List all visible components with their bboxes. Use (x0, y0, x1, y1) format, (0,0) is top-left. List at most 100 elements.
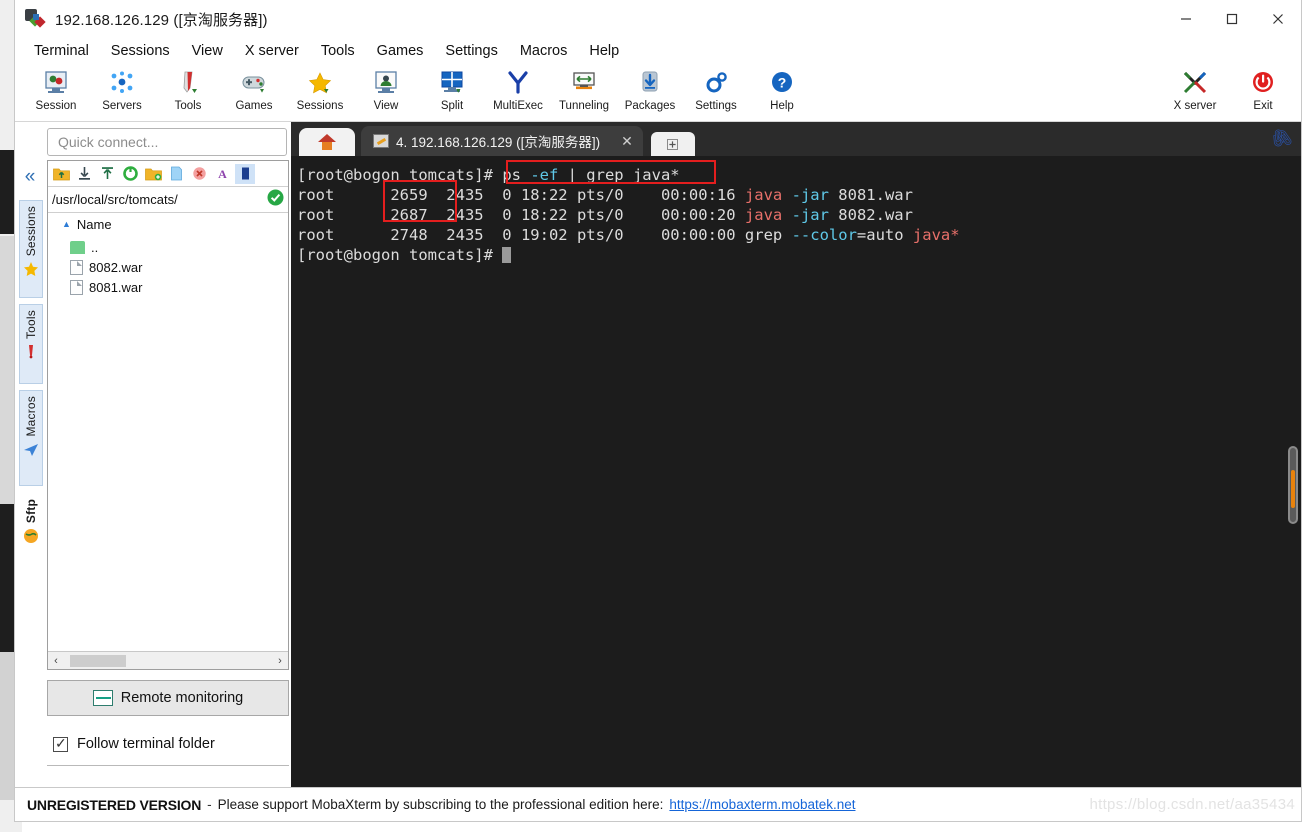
minimize-icon[interactable] (1163, 0, 1209, 38)
terminal-scrollbar-thumb[interactable] (1288, 446, 1298, 524)
new-file-icon[interactable] (166, 164, 186, 184)
folder-up-icon[interactable] (51, 164, 71, 184)
terminal-text: 8081.war (838, 186, 913, 204)
close-icon[interactable] (1255, 0, 1301, 38)
list-item[interactable]: 8082.war (48, 257, 288, 277)
file-name: 8082.war (89, 259, 143, 275)
sidebar-rail: « Sessions Tools Macros Sftp (15, 122, 43, 788)
toolbar-session-button[interactable]: Session (23, 64, 89, 121)
file-browser: A /usr/local/src/tomcats/ ▲ Name .. 8082… (47, 160, 289, 670)
toolbar-exit-button[interactable]: Exit (1229, 64, 1297, 121)
sidebar-item-macros[interactable]: Macros (19, 390, 43, 486)
terminal-scrollbar[interactable] (1286, 156, 1300, 788)
toolbar-servers-label: Servers (102, 100, 142, 112)
file-browser-hscrollbar[interactable]: ‹ › (48, 651, 288, 669)
terminal-text: root 2659 2435 0 18:22 pts/0 00:00:16 (297, 186, 745, 204)
session-icon (39, 68, 73, 98)
status-badge: UNREGISTERED VERSION (27, 796, 202, 813)
refresh-icon[interactable] (120, 164, 140, 184)
menu-help[interactable]: Help (578, 40, 630, 62)
xserver-icon (1178, 68, 1212, 98)
background-gray-strip-2 (0, 652, 14, 800)
hscroll-track[interactable] (64, 652, 272, 669)
binary-mode-icon[interactable] (235, 163, 255, 184)
scroll-left-icon[interactable]: ‹ (48, 655, 64, 667)
scroll-right-icon[interactable]: › (272, 655, 288, 667)
key-icon (373, 134, 389, 148)
toolbar-tunneling-button[interactable]: Tunneling (551, 64, 617, 121)
terminal-line: [root@bogon tomcats]# ps -ef | grep java… (297, 165, 1301, 185)
packages-icon (633, 68, 667, 98)
toolbar-tools-button[interactable]: Tools (155, 64, 221, 121)
toolbar-servers-button[interactable]: Servers (89, 64, 155, 121)
toolbar-help-button[interactable]: ? Help (749, 64, 815, 121)
toolbar-split-button[interactable]: Split (419, 64, 485, 121)
check-circle-icon (267, 189, 284, 211)
new-folder-icon[interactable] (143, 164, 163, 184)
close-icon[interactable]: ✕ (615, 133, 639, 150)
sidebar-item-tools[interactable]: Tools (19, 304, 43, 384)
background-terminal-strip-3 (0, 504, 14, 652)
multiexec-icon (501, 68, 535, 98)
sidebar-item-sftp[interactable]: Sftp (19, 494, 43, 554)
chevron-double-left-icon[interactable]: « (19, 164, 41, 190)
new-tab-button[interactable] (650, 132, 695, 156)
left-panel: Quick connect... A /usr/local/src/tomcat… (43, 122, 291, 788)
hscroll-thumb[interactable] (70, 654, 126, 667)
menu-view[interactable]: View (181, 40, 234, 62)
toolbar-help-label: Help (770, 100, 794, 112)
toolbar-games-button[interactable]: Games (221, 64, 287, 121)
tunneling-icon (567, 68, 601, 98)
paper-plane-icon (23, 442, 39, 460)
home-tab[interactable] (299, 128, 355, 156)
terminal-tab-active[interactable]: 4. 192.168.126.129 ([京淘服务器]) ✕ (361, 126, 643, 156)
menu-macros[interactable]: Macros (509, 40, 579, 62)
toolbar-multiexec-button[interactable]: MultiExec (485, 64, 551, 121)
toolbar-view-button[interactable]: View (353, 64, 419, 121)
toolbar-tools-label: Tools (174, 100, 202, 112)
terminal-text: -ef (530, 166, 568, 184)
sidebar-item-sessions[interactable]: Sessions (19, 200, 43, 298)
menu-terminal[interactable]: Terminal (23, 40, 100, 62)
terminal-output[interactable]: [root@bogon tomcats]# ps -ef | grep java… (291, 156, 1301, 788)
file-list-header[interactable]: ▲ Name (48, 213, 288, 235)
toolbar-packages-button[interactable]: Packages (617, 64, 683, 121)
status-link[interactable]: https://mobaxterm.mobatek.net (669, 797, 855, 812)
menu-tools[interactable]: Tools (310, 40, 366, 62)
terminal-text: java* (912, 226, 960, 244)
power-icon (1246, 68, 1280, 98)
menu-games[interactable]: Games (366, 40, 435, 62)
follow-terminal-folder-row[interactable]: Follow terminal folder (53, 735, 215, 752)
terminal-area: 4. 192.168.126.129 ([京淘服务器]) ✕ 🖇 [root@b… (291, 122, 1301, 788)
split-icon (435, 68, 469, 98)
text-mode-icon[interactable]: A (212, 164, 232, 184)
menu-settings[interactable]: Settings (434, 40, 508, 62)
file-icon (70, 279, 83, 295)
menu-sessions[interactable]: Sessions (100, 40, 181, 62)
list-item[interactable]: 8081.war (48, 277, 288, 297)
download-icon[interactable] (74, 164, 94, 184)
path-value: /usr/local/src/tomcats/ (52, 192, 178, 207)
status-dash: - (207, 797, 212, 812)
remote-monitoring-button[interactable]: Remote monitoring (47, 680, 289, 716)
path-bar[interactable]: /usr/local/src/tomcats/ (48, 187, 288, 213)
terminal-text: [root@bogon tomcats]# (297, 166, 503, 184)
follow-terminal-folder-checkbox[interactable] (53, 735, 68, 752)
tools-icon (23, 344, 39, 362)
toolbar-sessions-button[interactable]: Sessions (287, 64, 353, 121)
delete-icon[interactable] (189, 164, 209, 184)
list-item[interactable]: .. (48, 237, 288, 257)
toolbar-xserver-button[interactable]: X server (1161, 64, 1229, 121)
terminal-line: root 2687 2435 0 18:22 pts/0 00:00:20 ja… (297, 205, 1301, 225)
quick-connect-input[interactable]: Quick connect... (47, 128, 287, 156)
toolbar-multiexec-label: MultiExec (493, 100, 543, 112)
maximize-icon[interactable] (1209, 0, 1255, 38)
terminal-text: --color (791, 226, 857, 244)
upload-icon[interactable] (97, 164, 117, 184)
terminal-cursor (502, 247, 512, 263)
toolbar-settings-button[interactable]: Settings (683, 64, 749, 121)
paperclip-icon[interactable]: 🖇 (1267, 125, 1296, 153)
menu-x-server[interactable]: X server (234, 40, 310, 62)
status-bar: UNREGISTERED VERSION - Please support Mo… (15, 787, 1301, 821)
terminal-text: root 2748 2435 0 19:02 pts/0 00:00:00 gr… (297, 226, 792, 244)
